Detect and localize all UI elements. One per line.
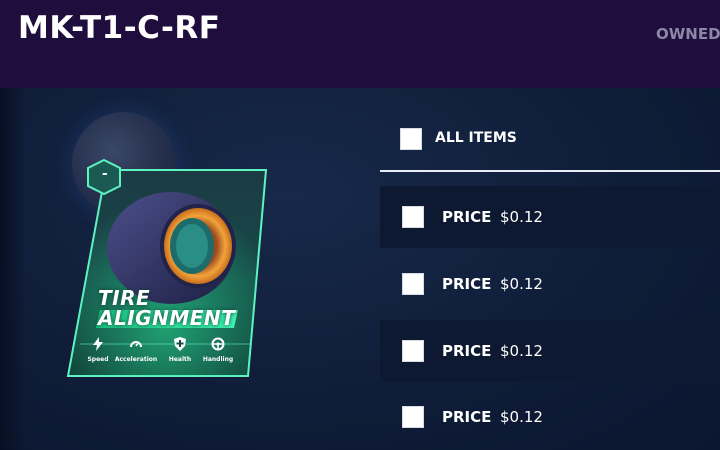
stat-label: Acceleration (114, 356, 158, 363)
list-divider (380, 170, 720, 172)
card-stats: Speed Acceleration Health Handling (74, 336, 254, 370)
card-name-line2: ALIGNMENT (98, 306, 236, 330)
price-label: PRICE (442, 342, 492, 360)
speedometer-icon (130, 341, 142, 348)
stat-handling: Handling (198, 336, 238, 363)
price-value: $0.12 (500, 408, 543, 426)
list-item[interactable]: PRICE $0.12 (380, 386, 720, 448)
stat-label: Health (168, 356, 192, 363)
all-items-row[interactable]: ALL ITEMS (380, 110, 720, 170)
stat-acceleration: Acceleration (110, 336, 162, 363)
price-label: PRICE (442, 275, 492, 293)
shield-plus-icon (174, 337, 186, 351)
all-items-label: ALL ITEMS (435, 130, 517, 146)
item-checkbox[interactable] (402, 206, 424, 228)
item-checkbox[interactable] (402, 406, 424, 428)
steering-wheel-icon (211, 337, 225, 351)
price-list: ALL ITEMS PRICE $0.12 PRICE $0.12 PRICE … (380, 110, 720, 450)
list-item[interactable]: PRICE $0.12 (380, 253, 720, 315)
price-value: $0.12 (500, 275, 543, 293)
left-edge-shade (0, 88, 26, 450)
page-title: MK-T1-C-RF (18, 10, 221, 46)
price-value: $0.12 (500, 342, 543, 360)
list-item[interactable]: PRICE $0.12 (380, 320, 720, 382)
item-checkbox[interactable] (402, 273, 424, 295)
owned-tab[interactable]: OWNED (656, 25, 720, 43)
stat-label: Handling (202, 356, 234, 363)
stat-health: Health (162, 336, 198, 363)
price-label: PRICE (442, 208, 492, 226)
price-label: PRICE (442, 408, 492, 426)
lightning-icon (93, 337, 103, 351)
list-item[interactable]: PRICE $0.12 (380, 186, 720, 248)
card-badge-text: - (102, 166, 108, 182)
price-value: $0.12 (500, 208, 543, 226)
item-checkbox[interactable] (402, 340, 424, 362)
top-header-bar: MK-T1-C-RF OWNED (0, 0, 720, 88)
all-items-checkbox[interactable] (400, 128, 422, 150)
item-card[interactable]: - TIRE ALIGNMENT Speed Acceleration Heal… (66, 158, 268, 378)
